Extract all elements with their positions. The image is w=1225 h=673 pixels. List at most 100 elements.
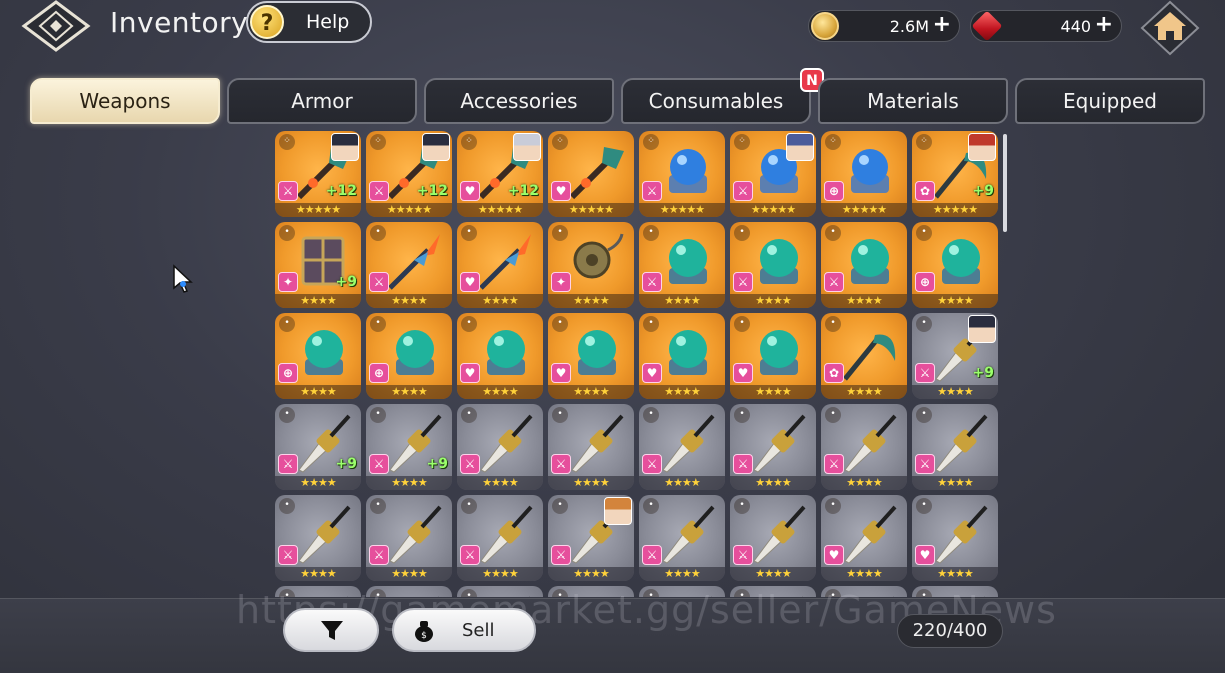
inventory-item[interactable]: ★★★★ • ⚔: [639, 404, 725, 490]
inventory-item[interactable]: ★★★★ • ♥: [730, 313, 816, 399]
inventory-item[interactable]: ★★★★ • ⊕: [275, 313, 361, 399]
tab-weapons[interactable]: Weapons: [30, 78, 220, 124]
inventory-item[interactable]: ★★★★ • ⊕: [366, 313, 452, 399]
inventory-item[interactable]: ★★★★ • ⚔: [821, 222, 907, 308]
star-type-icon: ✦: [278, 272, 298, 292]
inventory-item[interactable]: ★★★★ • ⚔: [821, 404, 907, 490]
tab-consumables[interactable]: Consumables: [621, 78, 811, 124]
inventory-item[interactable]: ★★★★ • ⚔: [457, 495, 543, 581]
grid-scrollbar[interactable]: [1003, 134, 1007, 232]
item-options-icon[interactable]: ⁘: [279, 134, 295, 150]
inventory-item[interactable]: ★★★★ • ⚔: [366, 222, 452, 308]
inventory-item[interactable]: ★★★★ • ⚔ +9: [912, 313, 998, 399]
inventory-item[interactable]: ★★★★ • ♥: [912, 495, 998, 581]
item-options-icon[interactable]: •: [734, 225, 750, 241]
item-options-icon[interactable]: •: [734, 316, 750, 332]
item-options-icon[interactable]: ⁘: [916, 134, 932, 150]
inventory-item[interactable]: ★★★★ • ⚔: [912, 404, 998, 490]
item-options-icon[interactable]: •: [643, 498, 659, 514]
inventory-item[interactable]: ★★★★★ ⁘ ⚔: [730, 131, 816, 217]
item-options-icon[interactable]: •: [279, 407, 295, 423]
inventory-item[interactable]: ★★★★★ ⁘ ⚔ +12: [366, 131, 452, 217]
item-options-icon[interactable]: •: [370, 316, 386, 332]
item-options-icon[interactable]: •: [370, 407, 386, 423]
inventory-item[interactable]: ★★★★ • ♥: [548, 313, 634, 399]
star-rating: ★★★★: [482, 294, 518, 307]
inventory-item[interactable]: ★★★★ • ⚔ +9: [366, 404, 452, 490]
item-options-icon[interactable]: •: [916, 225, 932, 241]
inventory-item[interactable]: ★★★★ • ⚔: [548, 495, 634, 581]
sell-button[interactable]: $ Sell: [392, 608, 536, 652]
item-options-icon[interactable]: •: [643, 407, 659, 423]
item-options-icon[interactable]: •: [461, 407, 477, 423]
item-options-icon[interactable]: •: [552, 498, 568, 514]
item-options-icon[interactable]: •: [552, 225, 568, 241]
inventory-item[interactable]: ★★★★ • ✦ +9: [275, 222, 361, 308]
item-options-icon[interactable]: •: [552, 316, 568, 332]
item-options-icon[interactable]: •: [279, 225, 295, 241]
inventory-item[interactable]: ★★★★ • ♥: [639, 313, 725, 399]
inventory-item[interactable]: ★★★★★ ⁘ ⊕: [821, 131, 907, 217]
item-options-icon[interactable]: ⁘: [643, 134, 659, 150]
item-options-icon[interactable]: •: [825, 225, 841, 241]
item-options-icon[interactable]: •: [461, 225, 477, 241]
add-gem-button[interactable]: +: [1095, 12, 1113, 37]
add-gold-button[interactable]: +: [933, 12, 951, 37]
item-options-icon[interactable]: •: [370, 225, 386, 241]
item-options-icon[interactable]: •: [825, 316, 841, 332]
inventory-item[interactable]: ★★★★ • ⚔: [275, 495, 361, 581]
inventory-item[interactable]: ★★★★ • ✿: [821, 313, 907, 399]
inventory-item[interactable]: ★★★★ • ⚔: [457, 404, 543, 490]
inventory-item[interactable]: ★★★★ • ⚔: [730, 404, 816, 490]
inventory-item[interactable]: ★★★★★ ⁘ ♥ +12: [457, 131, 543, 217]
inventory-item[interactable]: ★★★★★ ⁘ ⚔ +12: [275, 131, 361, 217]
item-options-icon[interactable]: ⁘: [734, 134, 750, 150]
item-options-icon[interactable]: •: [825, 498, 841, 514]
item-options-icon[interactable]: •: [643, 225, 659, 241]
inventory-item[interactable]: ★★★★ • ✦: [548, 222, 634, 308]
item-options-icon[interactable]: ⁘: [370, 134, 386, 150]
tab-materials[interactable]: Materials: [818, 78, 1008, 124]
item-options-icon[interactable]: •: [734, 407, 750, 423]
item-options-icon[interactable]: •: [916, 407, 932, 423]
item-options-icon[interactable]: •: [461, 316, 477, 332]
item-options-icon[interactable]: •: [552, 407, 568, 423]
home-button[interactable]: [1140, 0, 1200, 56]
item-options-icon[interactable]: •: [643, 316, 659, 332]
item-options-icon[interactable]: •: [916, 498, 932, 514]
item-options-icon[interactable]: •: [279, 498, 295, 514]
inventory-item[interactable]: ★★★★★ ⁘ ⚔: [639, 131, 725, 217]
item-options-icon[interactable]: •: [734, 498, 750, 514]
tab-equipped[interactable]: Equipped: [1015, 78, 1205, 124]
tab-accessories[interactable]: Accessories: [424, 78, 614, 124]
item-options-icon[interactable]: ⁘: [552, 134, 568, 150]
item-options-icon[interactable]: •: [370, 498, 386, 514]
inventory-item[interactable]: ★★★★ • ⊕: [912, 222, 998, 308]
star-rating: ★★★★: [573, 476, 609, 489]
inventory-item[interactable]: ★★★★ • ⚔: [730, 495, 816, 581]
inventory-item[interactable]: ★★★★ • ⚔: [639, 495, 725, 581]
item-options-icon[interactable]: •: [279, 316, 295, 332]
sell-label: Sell: [462, 620, 495, 641]
inventory-item[interactable]: ★★★★ • ♥: [457, 222, 543, 308]
item-options-icon[interactable]: ⁘: [825, 134, 841, 150]
inventory-item[interactable]: ★★★★ • ⚔: [639, 222, 725, 308]
inventory-item[interactable]: ★★★★★ ⁘ ♥: [548, 131, 634, 217]
item-options-icon[interactable]: ⁘: [461, 134, 477, 150]
item-options-icon[interactable]: •: [825, 407, 841, 423]
filter-button[interactable]: [283, 608, 379, 652]
inventory-item[interactable]: ★★★★ • ♥: [821, 495, 907, 581]
back-button[interactable]: [20, 0, 92, 52]
item-options-icon[interactable]: •: [461, 498, 477, 514]
item-options-icon[interactable]: •: [916, 316, 932, 332]
help-button[interactable]: ? Help: [246, 1, 372, 43]
inventory-item[interactable]: ★★★★ • ⚔: [730, 222, 816, 308]
inventory-item[interactable]: ★★★★ • ♥: [457, 313, 543, 399]
tab-armor[interactable]: Armor: [227, 78, 417, 124]
inventory-item[interactable]: ★★★★★ ⁘ ✿ +9: [912, 131, 998, 217]
inventory-item[interactable]: ★★★★ • ⚔: [548, 404, 634, 490]
star-rating: ★★★★★: [477, 203, 523, 216]
inventory-item[interactable]: ★★★★ • ⚔: [366, 495, 452, 581]
equipped-hero-avatar: [968, 133, 996, 161]
inventory-item[interactable]: ★★★★ • ⚔ +9: [275, 404, 361, 490]
